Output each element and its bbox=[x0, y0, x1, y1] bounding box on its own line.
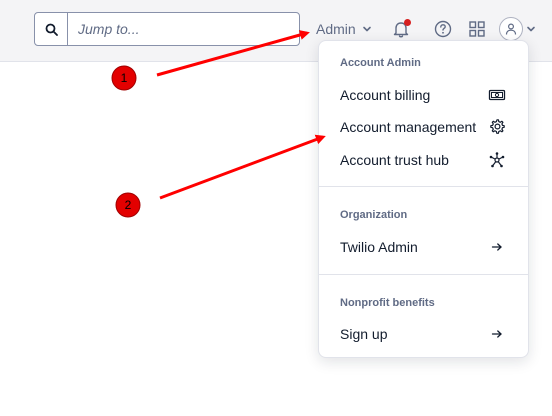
section-title-nonprofit-benefits: Nonprofit benefits bbox=[340, 297, 435, 309]
annotation-marker-1: 1 bbox=[111, 65, 137, 91]
search-icon[interactable] bbox=[35, 13, 68, 45]
menu-item-label: Twilio Admin bbox=[340, 239, 418, 255]
help-button[interactable] bbox=[433, 19, 453, 39]
menu-divider bbox=[319, 186, 528, 187]
notifications-button[interactable] bbox=[391, 19, 411, 39]
search-box[interactable] bbox=[34, 12, 300, 46]
user-icon bbox=[505, 23, 517, 35]
help-icon bbox=[434, 20, 452, 38]
arrow-right-icon bbox=[488, 325, 506, 343]
user-menu-button[interactable] bbox=[499, 16, 541, 42]
notification-dot bbox=[404, 19, 411, 26]
app-grid-icon bbox=[469, 21, 485, 37]
account-switcher[interactable]: Admin bbox=[316, 18, 372, 40]
menu-item-twilio-admin[interactable]: Twilio Admin bbox=[319, 232, 528, 262]
app-switcher-button[interactable] bbox=[467, 19, 487, 39]
menu-divider bbox=[319, 274, 528, 275]
chevron-down-icon bbox=[527, 26, 535, 32]
menu-item-account-management[interactable]: Account management bbox=[319, 112, 528, 142]
menu-item-label: Account billing bbox=[340, 87, 431, 103]
trust-hub-icon bbox=[488, 151, 506, 169]
account-label: Admin bbox=[316, 21, 356, 37]
menu-item-sign-up[interactable]: Sign up bbox=[319, 319, 528, 349]
chevron-down-icon bbox=[362, 26, 371, 32]
section-title-account-admin: Account Admin bbox=[340, 57, 421, 69]
menu-item-label: Account management bbox=[340, 119, 477, 135]
annotation-arrow-2 bbox=[159, 134, 326, 200]
billing-icon bbox=[488, 86, 506, 104]
account-dropdown-menu: Account Admin Account billing Account ma… bbox=[318, 40, 529, 358]
menu-item-label: Account trust hub bbox=[340, 152, 449, 168]
gear-icon bbox=[488, 118, 506, 136]
menu-item-account-billing[interactable]: Account billing bbox=[319, 80, 528, 110]
menu-item-account-trust-hub[interactable]: Account trust hub bbox=[319, 145, 528, 175]
annotation-marker-label: 2 bbox=[125, 198, 132, 212]
avatar[interactable] bbox=[499, 17, 523, 41]
annotation-marker-label: 1 bbox=[121, 71, 128, 85]
page: Admin bbox=[0, 0, 552, 416]
arrow-right-icon bbox=[488, 238, 506, 256]
section-title-organization: Organization bbox=[340, 209, 408, 221]
search-input[interactable] bbox=[68, 13, 299, 45]
annotation-marker-2: 2 bbox=[115, 192, 141, 218]
menu-item-label: Sign up bbox=[340, 326, 388, 342]
